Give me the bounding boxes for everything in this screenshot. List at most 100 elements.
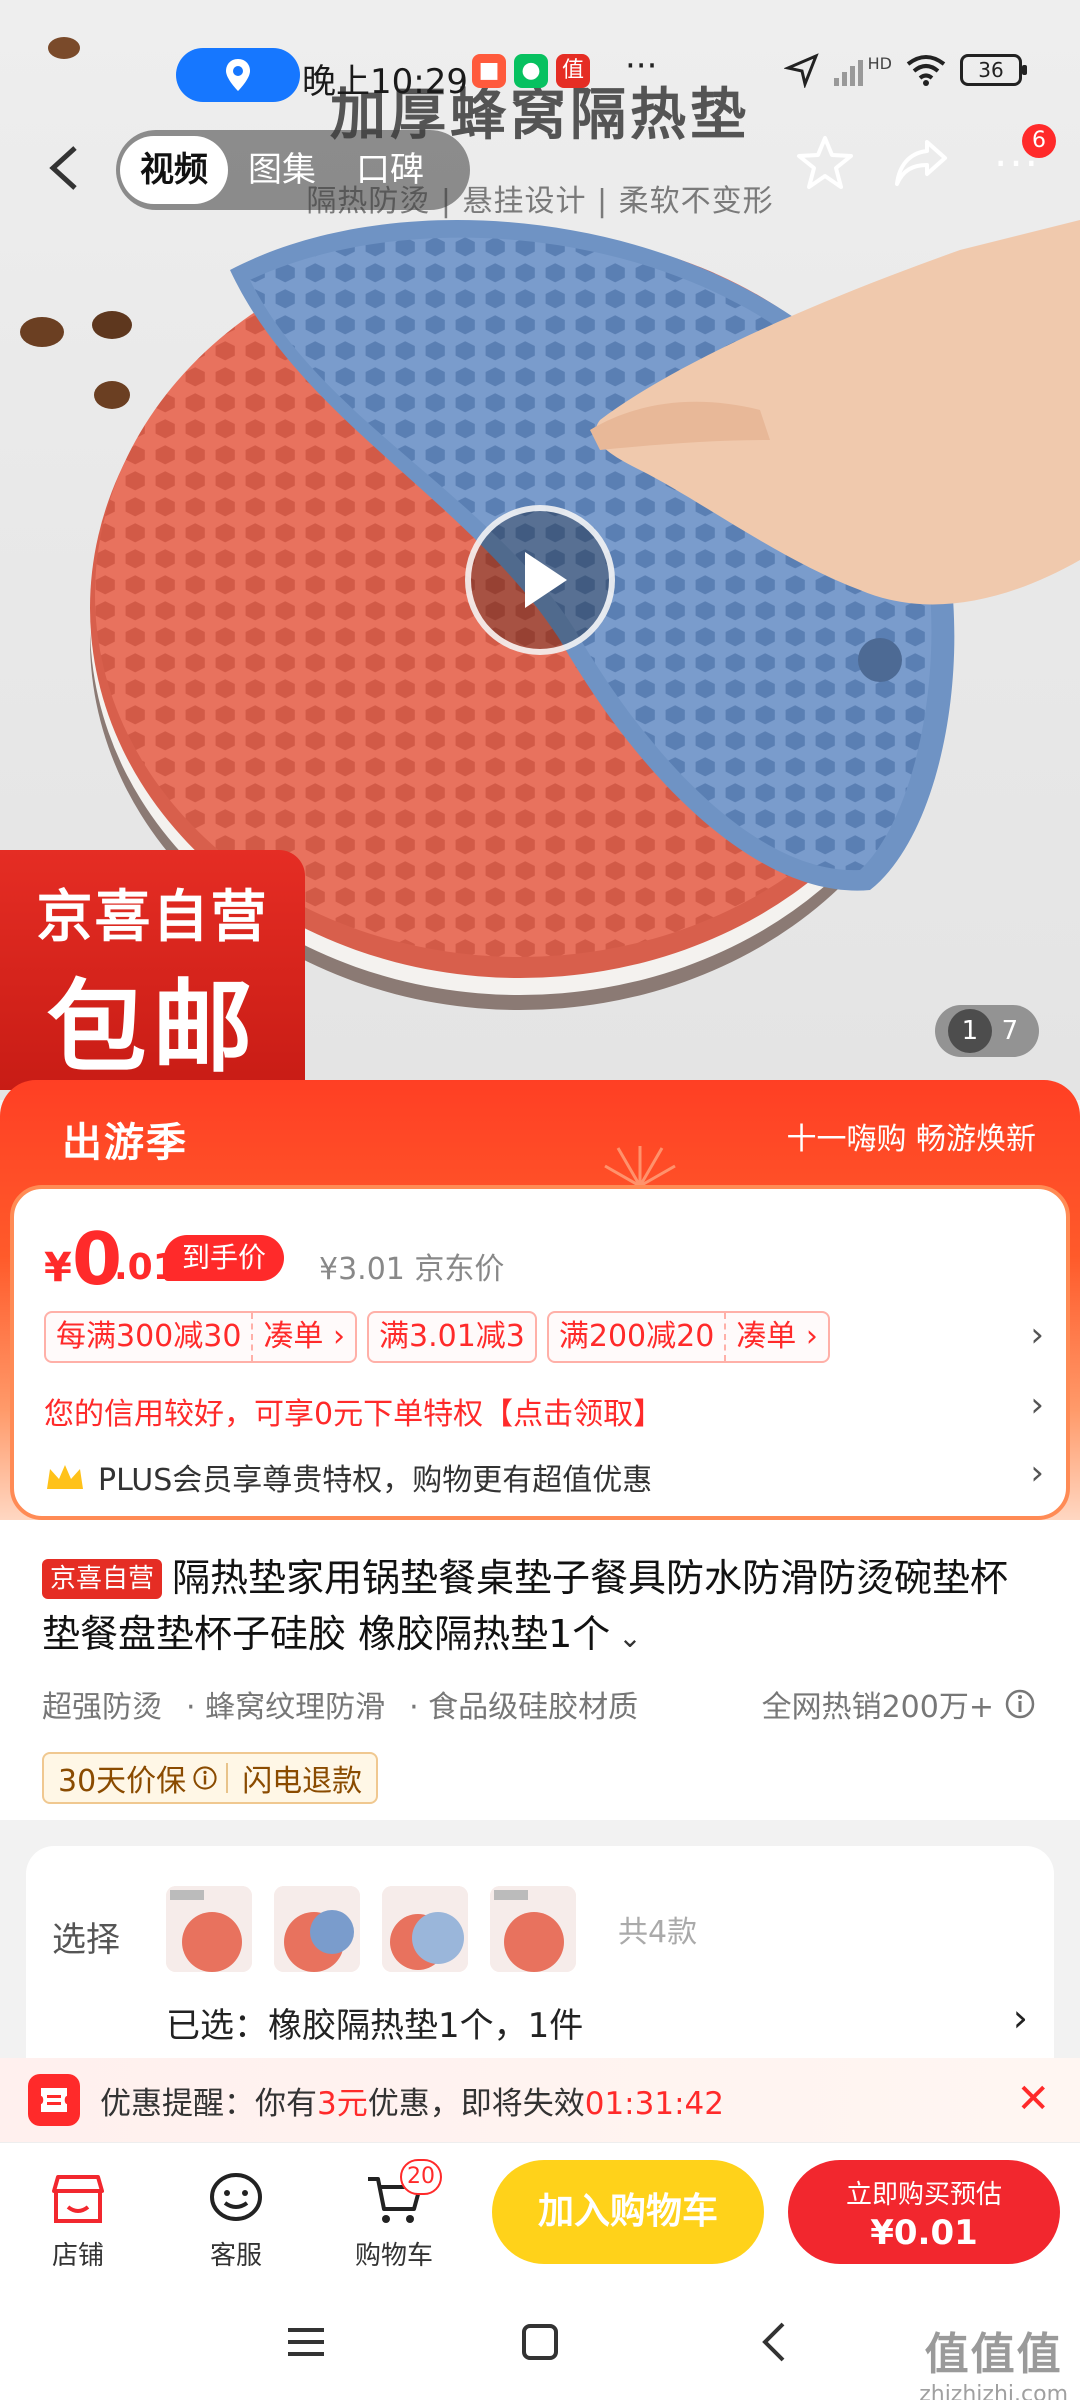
favorite-button[interactable]	[792, 130, 858, 196]
original-price: ¥3.01 京东价	[319, 1252, 505, 1287]
coupon-300-30[interactable]: 每满300减30 凑单 ›	[44, 1311, 357, 1363]
variant-thumb[interactable]	[490, 1886, 576, 1972]
tab-video[interactable]: 视频	[120, 136, 228, 204]
coupon-action[interactable]: 凑单 ›	[251, 1313, 355, 1361]
variant-thumb[interactable]	[382, 1886, 468, 1972]
cart-label: 购物车	[354, 2241, 433, 2271]
menu-icon	[288, 2328, 324, 2356]
wifi-icon	[906, 55, 946, 86]
customer-service-icon	[210, 2173, 262, 2221]
coupon-action[interactable]: 凑单 ›	[724, 1313, 828, 1361]
service-label: 客服	[209, 2241, 262, 2271]
product-detail-page: 加厚蜂窝隔热垫 隔热防烫 | 悬挂设计 | 柔软不变形 晚上10:29 ■ ● …	[0, 0, 1080, 2400]
pager-current: 1	[947, 1009, 992, 1053]
play-video-button[interactable]	[465, 505, 615, 655]
shop-button[interactable]: 店铺	[18, 2159, 138, 2272]
play-icon	[525, 552, 567, 608]
variant-thumb[interactable]	[166, 1886, 252, 1972]
selection-chevron-icon[interactable]: ›	[1013, 1996, 1028, 2040]
variant-thumbnails: 共4款	[166, 1886, 697, 1972]
feature-item: · 食品级硅胶材质	[409, 1690, 639, 1725]
cart-button[interactable]: 20 购物车	[334, 2159, 454, 2272]
credit-chevron-icon[interactable]: ›	[1030, 1385, 1044, 1425]
coupon-icon	[28, 2074, 80, 2126]
product-thumbnail-icon	[274, 1886, 360, 1972]
coupon-amount: 满200减20	[558, 1319, 715, 1354]
product-thumbnail-icon	[166, 1886, 252, 1972]
product-thumbnail-icon	[490, 1886, 576, 1972]
wechat-icon: ●	[514, 54, 548, 88]
variant-count[interactable]: 共4款	[618, 1907, 697, 1951]
share-button[interactable]	[888, 130, 954, 196]
expand-chevron-icon[interactable]: ⌄	[618, 1621, 641, 1654]
back-arrow-icon	[49, 146, 77, 190]
credit-offer[interactable]: 您的信用较好，可享0元下单特权【点击领取】	[44, 1389, 663, 1433]
shop-icon	[52, 2175, 104, 2223]
back-button[interactable]	[38, 138, 90, 198]
sales-count[interactable]: 全网热销200万+	[762, 1682, 1036, 1726]
coupon-amount: 每满300减30	[56, 1319, 242, 1354]
buy-now-label: 立即购买预估	[845, 2180, 1002, 2210]
product-title-text: 隔热垫家用锅垫餐桌垫子餐具防水防滑防烫碗垫杯垫餐盘垫杯子硅胶 橡胶隔热垫1个	[42, 1556, 1009, 1656]
battery-indicator: 36	[960, 54, 1027, 86]
coupon-chevron-icon[interactable]: ›	[1030, 1315, 1044, 1355]
watermark: 值值值 zhizhizhi.com	[919, 2318, 1068, 2400]
coupon-reminder[interactable]: 优惠提醒：你有3元优惠，即将失效01:31:42 ✕	[0, 2058, 1080, 2142]
system-navigation-bar	[0, 2282, 1080, 2400]
product-thumbnail-icon	[382, 1886, 468, 1972]
feature-item: 超强防烫	[42, 1690, 162, 1725]
variant-thumb[interactable]	[274, 1886, 360, 1972]
product-title[interactable]: 京喜自营 隔热垫家用锅垫餐桌垫子餐具防水防滑防烫碗垫杯垫餐盘垫杯子硅胶 橡胶隔热垫…	[42, 1550, 1042, 1666]
network-label: HD	[867, 54, 892, 73]
festival-title: 出游季	[62, 1120, 188, 1166]
star-icon	[797, 136, 853, 189]
feature-list: 超强防烫 · 蜂窝纹理防滑 · 食品级硅胶材质	[42, 1682, 638, 1726]
service-button[interactable]: 客服	[176, 2159, 296, 2272]
cart-count-badge: 20	[400, 2159, 442, 2195]
sales-text: 全网热销200万+	[761, 1690, 994, 1725]
coupon-200-20[interactable]: 满200减20 凑单 ›	[546, 1311, 830, 1363]
more-button[interactable]: ··· 6	[984, 124, 1056, 196]
plus-offer-row[interactable]: PLUS会员享尊贵特权，购物更有超值优惠	[44, 1455, 652, 1499]
more-badge: 6	[1022, 124, 1056, 158]
jd-app-icon: ■	[472, 54, 506, 88]
guarantee-tags[interactable]: 30天价保 闪电退款	[42, 1752, 379, 1804]
watermark-logo: 值值值	[924, 2329, 1063, 2380]
more-notifications-icon: ···	[625, 46, 658, 86]
plus-chevron-icon[interactable]: ›	[1030, 1453, 1044, 1493]
reminder-middle: 优惠，即将失效	[367, 2085, 585, 2122]
tab-gallery[interactable]: 图集	[228, 136, 336, 204]
zhi-app-icon: 值	[556, 54, 590, 88]
close-icon[interactable]: ✕	[1016, 2076, 1050, 2122]
recents-button[interactable]	[276, 2312, 336, 2372]
reminder-amount: 3元	[317, 2085, 368, 2122]
selection-label: 选择	[52, 1920, 120, 1960]
coupon-3-01-3[interactable]: 满3.01减3	[366, 1311, 537, 1363]
plus-offer-text: PLUS会员享尊贵特权，购物更有超值优惠	[98, 1463, 653, 1498]
add-to-cart-button[interactable]: 加入购物车	[492, 2160, 764, 2264]
final-price-tag: 到手价	[164, 1235, 285, 1281]
buy-now-button[interactable]: 立即购买预估 ¥0.01	[788, 2160, 1060, 2264]
location-icon	[226, 59, 250, 91]
bottom-action-bar: 店铺 客服 20 购物车 加入购物车 立即购买预估 ¥0.01	[0, 2142, 1080, 2282]
system-back-button[interactable]	[744, 2312, 804, 2372]
price-card: ¥ 0 .01 到手价 ¥3.01 京东价 每满300减30 凑单 › 满3.0…	[10, 1185, 1070, 1520]
feature-item: · 蜂窝纹理防滑	[186, 1690, 386, 1725]
promo-stamp-line2: 包邮	[46, 969, 259, 1086]
signal-icon: HD	[833, 54, 892, 86]
reminder-prefix: 优惠提醒：你有	[100, 2085, 317, 2122]
watermark-url: zhizhizhi.com	[919, 2382, 1068, 2400]
media-tabs: 视频 图集 口碑	[116, 130, 470, 210]
info-icon	[1005, 1689, 1035, 1719]
media-pager: 1 7	[935, 1005, 1039, 1057]
crown-icon	[47, 1465, 83, 1489]
self-operated-badge: 京喜自营	[42, 1559, 163, 1599]
home-button[interactable]	[510, 2312, 570, 2372]
product-info: 京喜自营 隔热垫家用锅垫餐桌垫子餐具防水防滑防烫碗垫杯垫餐盘垫杯子硅胶 橡胶隔热垫…	[0, 1520, 1080, 1820]
selected-variant: 已选：橡胶隔热垫1个，1件	[166, 2006, 584, 2046]
reminder-countdown: 01:31:42	[584, 2085, 724, 2122]
tab-reviews[interactable]: 口碑	[336, 136, 444, 204]
system-back-icon	[762, 2322, 785, 2362]
buy-now-price: ¥0.01	[870, 2213, 978, 2253]
festival-slogan: 十一嗨购 畅游焕新	[786, 1122, 1036, 1157]
